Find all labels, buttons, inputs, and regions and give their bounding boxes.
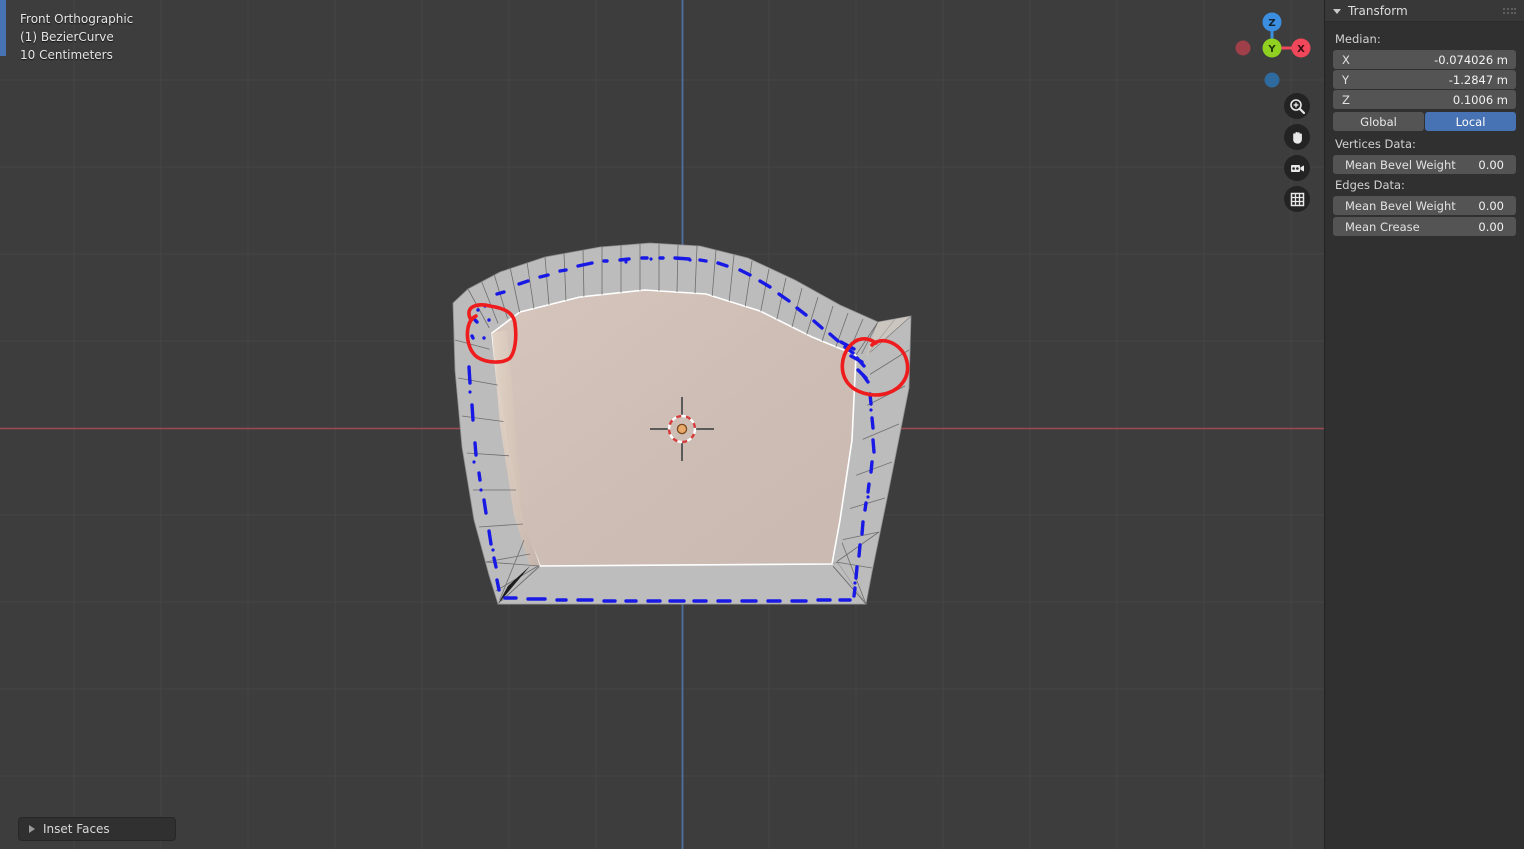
edges-data-label: Edges Data: xyxy=(1335,178,1405,192)
vertices-mean-bevel-weight-field[interactable]: Mean Bevel Weight 0.00 xyxy=(1333,155,1516,174)
transform-space-toggle[interactable]: Global Local xyxy=(1333,112,1516,131)
global-button[interactable]: Global xyxy=(1333,112,1424,131)
sidebar-tab-strip[interactable] xyxy=(0,0,6,56)
median-z-value: 0.1006 m xyxy=(1452,92,1508,107)
median-label: Median: xyxy=(1335,32,1381,46)
panel-grip-icon[interactable] xyxy=(1503,8,1517,15)
svg-text:Z: Z xyxy=(1268,18,1275,29)
blender-window: Front Orthographic (1) BezierCurve 10 Ce… xyxy=(0,0,1524,849)
median-y-label: Y xyxy=(1342,72,1350,87)
zoom-icon[interactable] xyxy=(1284,93,1310,119)
edges-mean-crease-field[interactable]: Mean Crease 0.00 xyxy=(1333,217,1516,236)
svg-text:X: X xyxy=(1297,44,1305,55)
navigation-gizmo[interactable]: Z X Y xyxy=(1228,4,1316,92)
sidebar-panel: Transform Median: X -0.074026 m Y -1.284… xyxy=(1324,0,1524,849)
transform-panel-title: Transform xyxy=(1348,3,1408,18)
median-x-label: X xyxy=(1342,52,1350,67)
edges-mean-bevel-weight-value: 0.00 xyxy=(1478,198,1504,213)
median-z-field[interactable]: Z 0.1006 m xyxy=(1333,90,1516,109)
transform-panel-body: Median: X -0.074026 m Y -1.2847 m Z 0.10… xyxy=(1325,22,1524,236)
vertices-mean-bevel-weight-label: Mean Bevel Weight xyxy=(1345,157,1456,172)
edges-mean-crease-value: 0.00 xyxy=(1478,219,1504,234)
operator-panel[interactable]: Inset Faces xyxy=(18,817,176,841)
grid-icon[interactable] xyxy=(1284,186,1310,212)
vertices-data-label: Vertices Data: xyxy=(1335,137,1416,151)
mesh-bottom-band xyxy=(497,562,867,605)
vertices-mean-bevel-weight-value: 0.00 xyxy=(1478,157,1504,172)
gizmo-axis-neg-x xyxy=(1235,40,1251,56)
chevron-down-icon xyxy=(1333,8,1341,14)
viewport-tool-column[interactable] xyxy=(1284,93,1310,217)
median-fields: X -0.074026 m Y -1.2847 m Z 0.1006 m xyxy=(1333,50,1516,109)
median-x-field[interactable]: X -0.074026 m xyxy=(1333,50,1516,69)
median-y-value: -1.2847 m xyxy=(1448,72,1508,87)
chevron-right-icon xyxy=(29,825,35,833)
camera-icon[interactable] xyxy=(1284,155,1310,181)
mesh-inner-face xyxy=(491,289,857,567)
transform-panel-header[interactable]: Transform xyxy=(1325,0,1524,22)
edges-mean-crease-label: Mean Crease xyxy=(1345,219,1420,234)
mesh-object[interactable] xyxy=(0,0,1324,849)
median-y-field[interactable]: Y -1.2847 m xyxy=(1333,70,1516,89)
hand-icon[interactable] xyxy=(1284,124,1310,150)
median-x-value: -0.074026 m xyxy=(1434,52,1508,67)
median-z-label: Z xyxy=(1342,92,1350,107)
edges-mean-bevel-weight-field[interactable]: Mean Bevel Weight 0.00 xyxy=(1333,196,1516,215)
gizmo-axis-neg-z xyxy=(1264,72,1280,88)
local-button[interactable]: Local xyxy=(1425,112,1516,131)
svg-text:Y: Y xyxy=(1267,44,1276,55)
operator-panel-label: Inset Faces xyxy=(43,822,110,836)
edges-mean-bevel-weight-label: Mean Bevel Weight xyxy=(1345,198,1456,213)
viewport-3d[interactable]: Front Orthographic (1) BezierCurve 10 Ce… xyxy=(0,0,1324,849)
